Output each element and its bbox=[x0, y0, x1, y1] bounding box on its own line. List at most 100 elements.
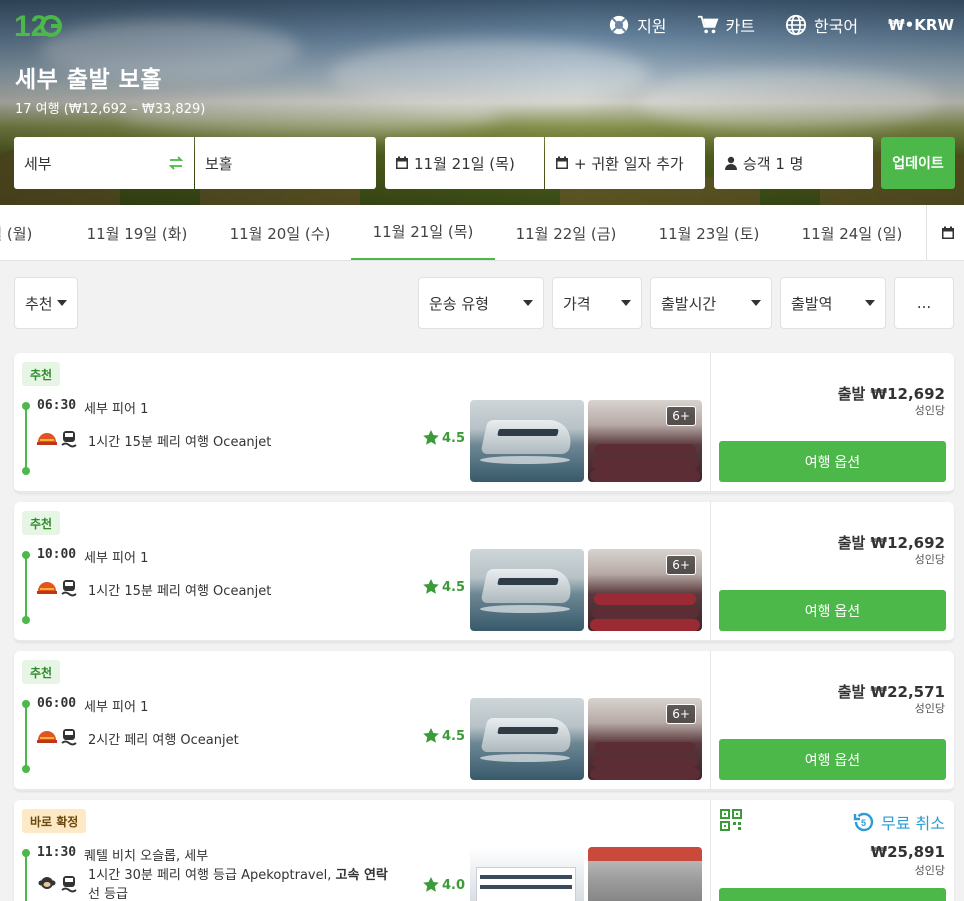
date-tab[interactable]: 11월 23일 (토) bbox=[637, 205, 781, 260]
star-icon bbox=[423, 579, 439, 594]
trip-description: 1시간 15분 페리 여행 Oceanjet bbox=[88, 584, 272, 599]
trip-card[interactable]: 바로 확정 11:30 퀘텔 비치 오슬롭, 세부 1시간 30분 페리 여행 … bbox=[14, 800, 954, 901]
date-tab[interactable]: 11월 19일 (화) bbox=[65, 205, 209, 260]
to-field[interactable]: 보홀 bbox=[195, 137, 376, 189]
departure-place: 세부 피어 1 bbox=[84, 551, 149, 566]
trip-options-button[interactable]: 여행 옵션 bbox=[719, 739, 946, 780]
price-per: 성인당 bbox=[914, 864, 945, 877]
price-filter[interactable]: 가격 bbox=[552, 277, 642, 329]
more-photos-badge: 6+ bbox=[666, 555, 696, 575]
calendar-icon bbox=[556, 156, 568, 169]
departure-place: 퀘텔 비치 오슬롭, 세부 bbox=[84, 849, 209, 864]
nav-currency[interactable]: ₩•KRW bbox=[888, 12, 954, 38]
passengers-value: 승객 1 명 bbox=[743, 154, 804, 173]
star-icon bbox=[423, 877, 439, 892]
trip-description-line2: 선 등급 bbox=[88, 887, 129, 901]
cart-icon bbox=[697, 15, 719, 34]
deck-photo[interactable] bbox=[588, 847, 702, 901]
nav-cart[interactable]: 카트 bbox=[697, 12, 755, 38]
nav-cart-label: 카트 bbox=[725, 17, 755, 36]
departure-time: 11:30 bbox=[37, 845, 77, 860]
trip-card[interactable]: 추천 10:00 세부 피어 1 1시간 15분 페리 여행 Oceanjet … bbox=[14, 502, 954, 642]
date-tab[interactable]: 11월 24일 (일) bbox=[780, 205, 924, 260]
to-value: 보홀 bbox=[205, 154, 233, 173]
trip-description: 1시간 15분 페리 여행 Oceanjet bbox=[88, 435, 272, 450]
nav-support-label: 지원 bbox=[637, 17, 667, 36]
seats-photo[interactable]: 6+ bbox=[588, 549, 702, 631]
departure-time-filter[interactable]: 출발시간 bbox=[650, 277, 772, 329]
sort-filter[interactable]: 추천 bbox=[14, 277, 78, 329]
rating-value: 4.0 bbox=[442, 877, 466, 893]
trip-card[interactable]: 추천 06:00 세부 피어 1 2시간 페리 여행 Oceanjet 4.5 … bbox=[14, 651, 954, 791]
station-filter[interactable]: 출발역 bbox=[780, 277, 886, 329]
nav-language[interactable]: 한국어 bbox=[785, 12, 858, 38]
user-icon bbox=[725, 156, 737, 170]
from-value: 세부 bbox=[24, 154, 52, 173]
date-tab[interactable]: 11월 18일 (월) bbox=[0, 205, 54, 260]
transport-label: 운송 유형 bbox=[429, 294, 489, 313]
qr-code-icon bbox=[720, 809, 742, 831]
date-picker-button[interactable] bbox=[926, 205, 964, 260]
star-icon bbox=[423, 728, 439, 743]
rating-value: 4.5 bbox=[442, 579, 466, 595]
trip-card[interactable]: 추천 06:30 세부 피어 1 1시간 15분 페리 여행 Oceanjet … bbox=[14, 353, 954, 493]
svg-text:5: 5 bbox=[861, 818, 866, 828]
transport-filter[interactable]: 운송 유형 bbox=[418, 277, 544, 329]
rating: 4.5 bbox=[422, 429, 465, 447]
trip-options-button[interactable]: 여행 옵션 bbox=[719, 441, 946, 482]
more-photos-badge: 6+ bbox=[666, 406, 696, 426]
date-tab-active[interactable]: 11월 21일 (목) bbox=[351, 205, 495, 260]
page-subtitle: 17 여행 (₩12,692 – ₩33,829) bbox=[15, 102, 206, 117]
update-button[interactable]: 업데이트 bbox=[881, 137, 955, 189]
trip-options-button[interactable] bbox=[719, 888, 946, 901]
logo-icon[interactable]: 12 bbox=[14, 8, 64, 42]
more-photos-badge: 6+ bbox=[666, 704, 696, 724]
sort-label: 추천 bbox=[25, 294, 53, 313]
price: ₩25,891 bbox=[870, 843, 945, 861]
date-tab[interactable]: 11월 20일 (수) bbox=[208, 205, 352, 260]
trip-description: 1시간 30분 페리 여행 등급 Apekoptravel, 고속 연락 선 등… bbox=[88, 866, 408, 901]
from-field[interactable]: 세부 bbox=[14, 137, 194, 189]
departure-place: 세부 피어 1 bbox=[84, 700, 149, 715]
ferry-icon bbox=[61, 580, 77, 597]
swap-icon[interactable] bbox=[168, 155, 184, 171]
ferry-icon bbox=[61, 876, 77, 893]
date-tab[interactable]: 11월 22일 (금) bbox=[494, 205, 638, 260]
instant-confirm-badge: 바로 확정 bbox=[22, 809, 87, 833]
boat-photo[interactable] bbox=[470, 698, 584, 780]
rating: 4.0 bbox=[422, 876, 465, 894]
departure-time: 06:30 bbox=[37, 398, 77, 413]
top-nav: 지원 카트 한국어 ₩•KRW bbox=[578, 12, 954, 38]
departure-time: 10:00 bbox=[37, 547, 77, 562]
lifebuoy-icon bbox=[609, 15, 629, 35]
boat-photo[interactable] bbox=[470, 549, 584, 631]
ferry-icon bbox=[61, 729, 77, 746]
nav-language-label: 한국어 bbox=[813, 17, 859, 36]
date-field[interactable]: 11월 21일 (목) bbox=[385, 137, 544, 189]
price: 출발 ₩12,692 bbox=[837, 385, 945, 403]
seats-photo[interactable]: 6+ bbox=[588, 698, 702, 780]
nav-support[interactable]: 지원 bbox=[608, 12, 667, 38]
search-form: 세부 보홀 11월 21일 (목) + 귀환 일자 추가 승객 1 명 업데이트 bbox=[14, 137, 955, 189]
free-cancel-label: 5 무료 취소 bbox=[853, 810, 945, 834]
departure-time-label: 출발시간 bbox=[661, 294, 717, 313]
return-date-field[interactable]: + 귀환 일자 추가 bbox=[545, 137, 705, 189]
recommended-badge: 추천 bbox=[22, 362, 61, 386]
rating: 4.5 bbox=[422, 578, 465, 596]
passengers-field[interactable]: 승객 1 명 bbox=[714, 137, 873, 189]
boat-photo[interactable] bbox=[470, 847, 584, 901]
seats-photo[interactable]: 6+ bbox=[588, 400, 702, 482]
boat-photo[interactable] bbox=[470, 400, 584, 482]
trip-options-button[interactable]: 여행 옵션 bbox=[719, 590, 946, 631]
more-filters-button[interactable]: ... bbox=[894, 277, 954, 329]
nav-currency-label: ₩•KRW bbox=[888, 16, 954, 34]
free-cancel-text: 무료 취소 bbox=[881, 814, 945, 833]
more-label: ... bbox=[916, 294, 932, 312]
departure-place: 세부 피어 1 bbox=[84, 402, 149, 417]
trip-class: 고속 연락 bbox=[335, 868, 388, 883]
oceanjet-logo-icon bbox=[37, 582, 57, 594]
station-label: 출발역 bbox=[791, 294, 833, 313]
chevron-down-icon bbox=[865, 300, 875, 306]
rating-value: 4.5 bbox=[442, 728, 466, 744]
price: 출발 ₩22,571 bbox=[837, 683, 945, 701]
